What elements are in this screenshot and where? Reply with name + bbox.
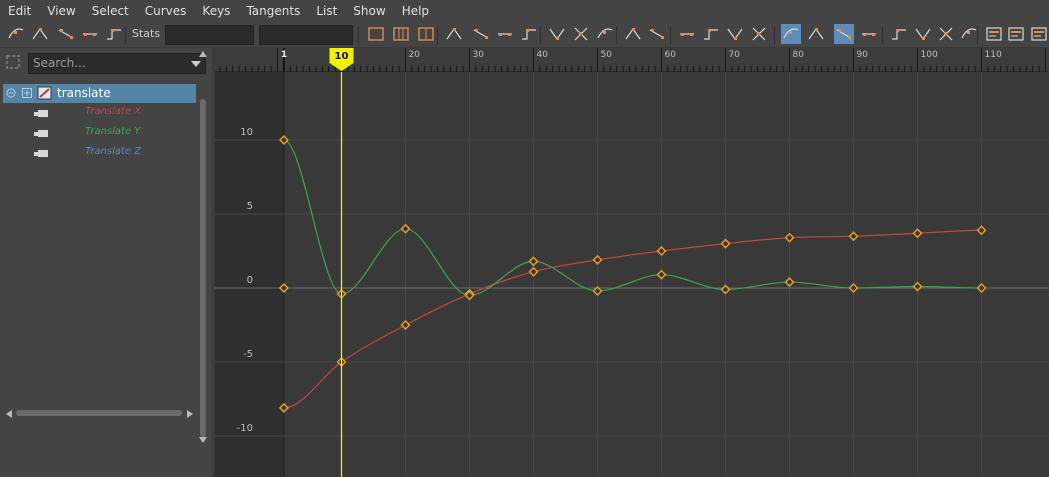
ruler-label: 70 bbox=[729, 50, 741, 60]
step-tangents-icon[interactable] bbox=[571, 24, 591, 44]
toolbar-separator bbox=[774, 26, 775, 44]
menu-tangents[interactable]: Tangents bbox=[238, 0, 308, 22]
value-label: 0 bbox=[247, 275, 253, 286]
normalize-curves-icon[interactable] bbox=[889, 24, 909, 44]
toolbar-separator bbox=[882, 26, 883, 44]
ruler-label: 110 bbox=[985, 50, 1002, 60]
frame-all-icon[interactable] bbox=[366, 24, 386, 44]
ruler-label: 40 bbox=[537, 50, 549, 60]
menu-list[interactable]: List bbox=[308, 0, 345, 22]
scroll-down-icon[interactable] bbox=[198, 436, 208, 444]
stats-field-frame[interactable] bbox=[165, 25, 254, 45]
post-infinity-icon[interactable] bbox=[959, 24, 979, 44]
clamped-tangents-icon[interactable] bbox=[495, 24, 515, 44]
value-label: 5 bbox=[247, 201, 253, 212]
value-label: 10 bbox=[240, 127, 253, 138]
insert-keys-icon[interactable] bbox=[30, 24, 50, 44]
filter-icon[interactable] bbox=[6, 55, 20, 72]
stats-label: Stats bbox=[132, 27, 161, 40]
pre-infinity-icon[interactable] bbox=[936, 24, 956, 44]
auto-load-selection-icon[interactable] bbox=[781, 24, 801, 44]
tree-item-translate[interactable]: translate bbox=[3, 84, 196, 103]
toolbar-separator bbox=[670, 26, 671, 44]
buffer-curve-snapshot-icon[interactable] bbox=[623, 24, 643, 44]
current-frame-label: 10 bbox=[335, 51, 349, 62]
frame-playback-range-icon[interactable] bbox=[391, 24, 411, 44]
denormalize-curves-icon[interactable] bbox=[913, 24, 933, 44]
unify-tangents-icon[interactable] bbox=[701, 24, 721, 44]
auto-tangents-icon[interactable] bbox=[444, 24, 464, 44]
search-field[interactable]: Search... bbox=[28, 53, 206, 74]
channel-icon bbox=[34, 130, 48, 137]
ruler-label: 80 bbox=[793, 50, 805, 60]
start-frame-label: 1 bbox=[281, 50, 287, 60]
center-current-time-icon[interactable] bbox=[416, 24, 436, 44]
retime-keys-icon[interactable] bbox=[104, 24, 124, 44]
move-nearest-picked-key-icon[interactable] bbox=[6, 24, 26, 44]
channel-translate-z[interactable]: Translate Z bbox=[34, 144, 194, 164]
channel-translate-x[interactable]: Translate X bbox=[34, 104, 194, 124]
free-tangent-weight-icon[interactable] bbox=[725, 24, 745, 44]
toolbar-separator bbox=[358, 26, 359, 44]
toolbar-separator bbox=[437, 26, 438, 44]
tree-item-label: translate bbox=[57, 86, 111, 100]
toolbar-separator bbox=[540, 26, 541, 44]
menu-show[interactable]: Show bbox=[345, 0, 393, 22]
flat-tangents-icon[interactable] bbox=[547, 24, 567, 44]
dope-sheet-icon[interactable] bbox=[984, 24, 1004, 44]
lock-tangent-weight-icon[interactable] bbox=[749, 24, 769, 44]
channel-translate-y[interactable]: Translate Y bbox=[34, 124, 194, 144]
load-selected-objects-icon[interactable] bbox=[806, 24, 826, 44]
toolbar-separator bbox=[977, 26, 978, 44]
scroll-left-icon[interactable] bbox=[5, 409, 13, 419]
stats-field-value[interactable] bbox=[259, 25, 353, 45]
region-keys-icon[interactable] bbox=[80, 24, 100, 44]
toolbar: Stats bbox=[0, 22, 1049, 48]
toolbar-separator bbox=[125, 26, 126, 44]
horizontal-scroll-thumb[interactable] bbox=[16, 410, 182, 416]
break-tangents-icon[interactable] bbox=[677, 24, 697, 44]
menubar: Edit View Select Curves Keys Tangents Li… bbox=[0, 0, 1049, 22]
value-label: -10 bbox=[237, 423, 253, 434]
menu-view[interactable]: View bbox=[39, 0, 83, 22]
swap-buffer-curve-icon[interactable] bbox=[647, 24, 667, 44]
menu-help[interactable]: Help bbox=[394, 0, 437, 22]
collapse-icon[interactable] bbox=[6, 88, 16, 98]
plateau-tangents-icon[interactable] bbox=[595, 24, 615, 44]
ruler-label: 30 bbox=[473, 50, 485, 60]
time-editor-icon[interactable] bbox=[1029, 24, 1049, 44]
scroll-right-icon[interactable] bbox=[186, 409, 194, 419]
channel-icon bbox=[34, 110, 48, 117]
channel-label: Translate X bbox=[85, 106, 142, 117]
transform-node-icon bbox=[37, 86, 52, 100]
search-input[interactable]: Search... bbox=[33, 56, 86, 70]
ruler-label: 50 bbox=[601, 50, 613, 60]
lattice-deform-keys-icon[interactable] bbox=[56, 24, 76, 44]
spline-tangents-icon[interactable] bbox=[471, 24, 491, 44]
ruler-label: 100 bbox=[921, 50, 938, 60]
channel-label: Translate Y bbox=[85, 126, 141, 137]
expand-box-icon[interactable] bbox=[22, 88, 32, 98]
value-snap-icon[interactable] bbox=[859, 24, 879, 44]
scroll-up-icon[interactable] bbox=[198, 50, 208, 58]
ruler-label: 20 bbox=[409, 50, 421, 60]
menu-keys[interactable]: Keys bbox=[194, 0, 238, 22]
graph-editor-canvas[interactable]: 20 30 40 50 60 70 80 90 100 11011050-5-1010 bbox=[215, 48, 1049, 477]
time-snap-icon[interactable] bbox=[834, 24, 854, 44]
ruler-label: 60 bbox=[665, 50, 677, 60]
graph-background bbox=[215, 48, 1049, 477]
value-label: -5 bbox=[243, 349, 253, 360]
vertical-scroll-thumb[interactable] bbox=[200, 99, 206, 437]
trax-editor-icon[interactable] bbox=[1006, 24, 1026, 44]
channel-label: Translate Z bbox=[85, 146, 142, 157]
ruler-label: 90 bbox=[857, 50, 869, 60]
toolbar-separator bbox=[616, 26, 617, 44]
menu-curves[interactable]: Curves bbox=[137, 0, 195, 22]
menu-edit[interactable]: Edit bbox=[0, 0, 39, 22]
channel-icon bbox=[34, 150, 48, 157]
menu-select[interactable]: Select bbox=[84, 0, 137, 22]
linear-tangents-icon[interactable] bbox=[519, 24, 539, 44]
